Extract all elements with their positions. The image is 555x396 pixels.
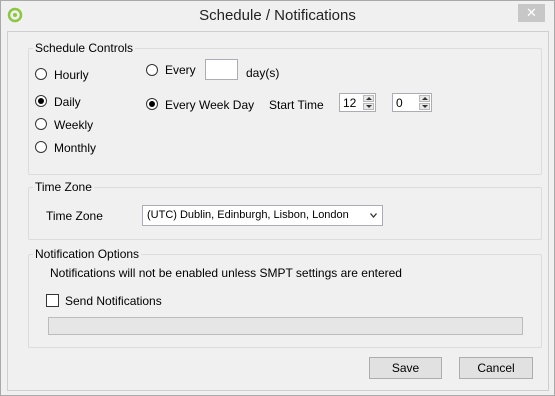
radio-weekly-label[interactable]: Weekly: [54, 118, 93, 132]
start-hour-stepper[interactable]: 12: [339, 93, 376, 112]
notification-options-legend: Notification Options: [35, 247, 140, 261]
radio-every-label[interactable]: Every: [165, 63, 196, 77]
radio-hourly-label[interactable]: Hourly: [54, 68, 89, 82]
radio-every-circle[interactable]: [146, 64, 158, 76]
schedule-controls-legend: Schedule Controls: [35, 41, 134, 55]
time-zone-label: Time Zone: [46, 209, 103, 223]
smpt-warning-message: Notifications will not be enabled unless…: [50, 266, 402, 280]
close-button[interactable]: ✕: [518, 4, 545, 22]
radio-monthly-label[interactable]: Monthly: [54, 141, 96, 155]
radio-hourly-circle[interactable]: [35, 68, 47, 80]
radio-monthly-circle[interactable]: [35, 141, 47, 153]
radio-daily-circle[interactable]: [35, 95, 47, 107]
hour-down-arrow-icon[interactable]: [363, 103, 374, 110]
radio-daily-label[interactable]: Daily: [54, 95, 81, 109]
save-button[interactable]: Save: [369, 357, 442, 379]
hour-up-arrow-icon[interactable]: [363, 95, 374, 102]
radio-weekly-circle[interactable]: [35, 118, 47, 130]
chevron-down-icon[interactable]: [370, 212, 377, 219]
time-zone-selected-value[interactable]: (UTC) Dublin, Edinburgh, Lisbon, London: [147, 209, 349, 221]
start-time-label: Start Time: [269, 98, 324, 112]
notification-progress-bar: [48, 317, 523, 335]
start-minute-stepper[interactable]: 0: [392, 93, 432, 112]
cancel-button[interactable]: Cancel: [459, 357, 533, 379]
minute-up-arrow-icon[interactable]: [419, 95, 430, 102]
time-zone-select[interactable]: (UTC) Dublin, Edinburgh, Lisbon, London: [142, 205, 383, 226]
radio-every-week-day-circle[interactable]: [146, 98, 158, 110]
time-zone-legend: Time Zone: [35, 180, 92, 194]
every-days-input[interactable]: [205, 59, 238, 80]
close-icon: ✕: [526, 5, 537, 20]
window-title: Schedule / Notifications: [199, 7, 356, 24]
minute-down-arrow-icon[interactable]: [419, 103, 430, 110]
send-notifications-label[interactable]: Send Notifications: [65, 294, 162, 308]
radio-every-week-day-label[interactable]: Every Week Day: [165, 98, 254, 112]
start-hour-value[interactable]: 12: [343, 96, 356, 110]
title-bar[interactable]: Schedule / Notifications ✕: [1, 1, 554, 31]
schedule-notifications-dialog: Schedule / Notifications ✕ Schedule Cont…: [0, 0, 555, 396]
days-suffix-label: day(s): [246, 66, 280, 80]
start-minute-value[interactable]: 0: [396, 96, 403, 110]
send-notifications-box[interactable]: [46, 294, 59, 307]
dialog-content: Schedule Controls Hourly Daily Weekly Mo…: [7, 31, 549, 391]
